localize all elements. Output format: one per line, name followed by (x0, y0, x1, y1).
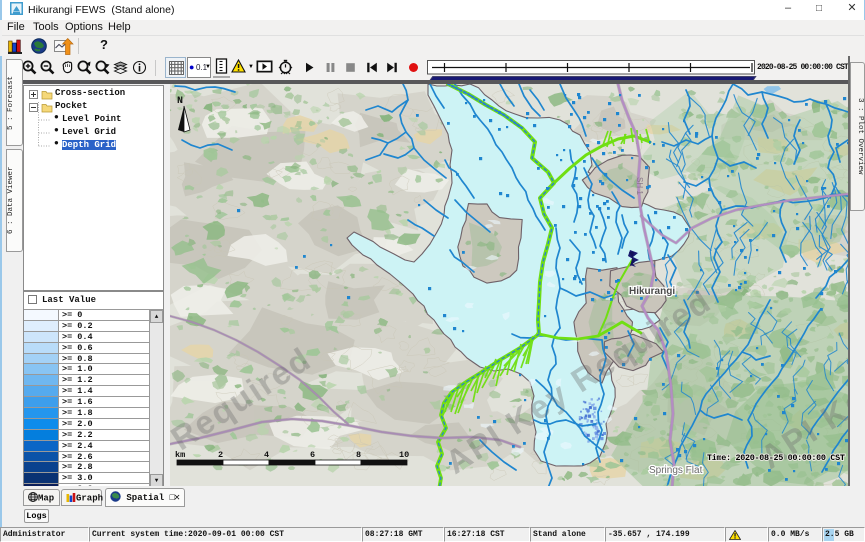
svg-text:6: 6 (310, 450, 315, 460)
svg-text:SH 1: SH 1 (635, 177, 644, 195)
svg-text:8: 8 (356, 450, 361, 460)
svg-text:km: km (175, 450, 185, 460)
svg-text:N: N (177, 96, 183, 107)
svg-text:10: 10 (399, 450, 409, 460)
svg-text:Hikurangi: Hikurangi (629, 286, 675, 297)
svg-text:Time: 2020-08-25 00:00:00 CST: Time: 2020-08-25 00:00:00 CST (707, 453, 845, 463)
svg-text:4: 4 (264, 450, 269, 460)
svg-text:2: 2 (218, 450, 223, 460)
svg-text:Springs Flat: Springs Flat (649, 465, 703, 476)
